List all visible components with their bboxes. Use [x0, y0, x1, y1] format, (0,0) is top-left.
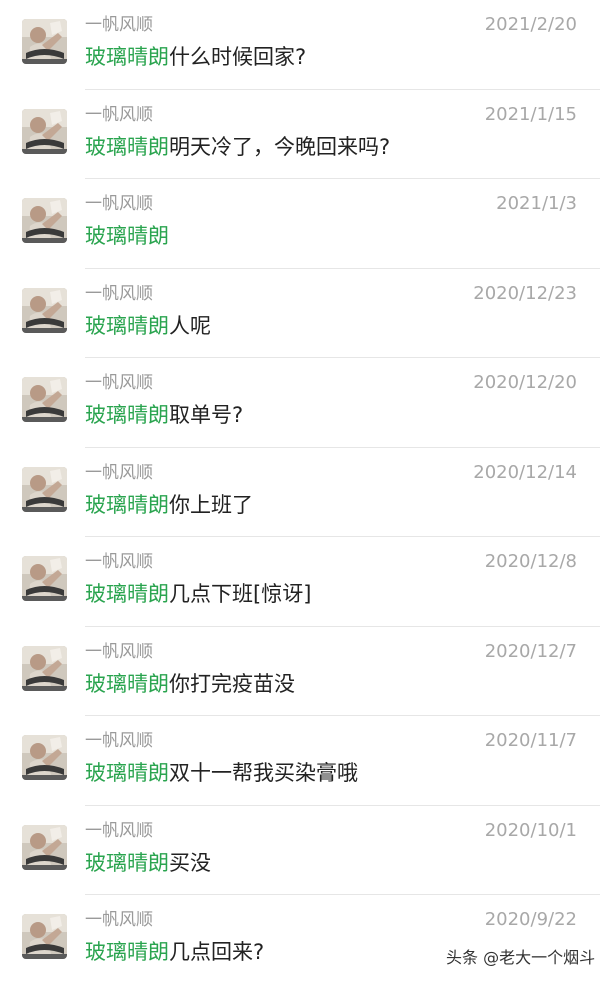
message-preview: 玻璃晴朗人呢: [85, 312, 211, 340]
search-results-list: 一帆风顺 2021/2/20 玻璃晴朗什么时候回家? 一帆风顺 2021/1/1…: [0, 0, 600, 985]
avatar[interactable]: [22, 914, 67, 959]
message-text: 取单号?: [169, 403, 244, 427]
message-date: 2020/12/7: [484, 640, 577, 662]
message-preview: 玻璃晴朗你打完疫苗没: [85, 670, 295, 698]
message-preview: 玻璃晴朗几点回来?: [85, 938, 264, 966]
avatar[interactable]: [22, 556, 67, 601]
message-preview: 玻璃晴朗: [85, 222, 169, 250]
message-date: 2020/10/1: [484, 819, 577, 841]
highlighted-keyword: 玻璃晴朗: [85, 313, 169, 338]
message-date: 2020/12/8: [484, 551, 577, 572]
search-result-item[interactable]: 一帆风顺 2020/12/23 玻璃晴朗人呢: [0, 269, 600, 359]
sender-name: 一帆风顺: [85, 552, 153, 572]
highlighted-keyword: 玻璃晴朗: [85, 940, 169, 964]
search-result-item[interactable]: 一帆风顺 2021/1/3 玻璃晴朗: [0, 179, 600, 269]
message-date: 2020/12/14: [473, 461, 577, 483]
highlighted-keyword: 玻璃晴朗: [85, 492, 169, 517]
sender-name: 一帆风顺: [85, 283, 153, 304]
highlighted-keyword: 玻璃晴朗: [85, 403, 169, 427]
sender-name: 一帆风顺: [85, 462, 153, 483]
sender-name: 一帆风顺: [85, 15, 153, 35]
avatar[interactable]: [22, 287, 67, 333]
message-text: 几点下班[惊讶]: [169, 582, 312, 606]
highlighted-keyword: 玻璃晴朗: [85, 582, 169, 606]
message-date: 2020/12/20: [473, 372, 577, 393]
sender-name: 一帆风顺: [85, 641, 153, 662]
avatar[interactable]: [22, 19, 67, 64]
message-date: 2020/11/7: [484, 730, 577, 751]
message-date: 2021/1/15: [484, 103, 577, 125]
message-preview: 玻璃晴朗买没: [85, 849, 211, 877]
message-text: 人呢: [169, 313, 211, 338]
message-text: 明天冷了，今晚回来吗?: [169, 134, 391, 159]
search-result-item[interactable]: 一帆风顺 2020/12/14 玻璃晴朗你上班了: [0, 448, 600, 538]
message-preview: 玻璃晴朗你上班了: [85, 491, 253, 519]
message-text: 你打完疫苗没: [169, 671, 295, 696]
highlighted-keyword: 玻璃晴朗: [85, 850, 169, 875]
highlighted-keyword: 玻璃晴朗: [85, 224, 169, 248]
message-text: 你上班了: [169, 492, 253, 517]
message-text: 买没: [169, 850, 211, 875]
message-preview: 玻璃晴朗什么时候回家?: [85, 43, 306, 71]
message-text: 几点回来?: [169, 940, 265, 964]
search-result-item[interactable]: 一帆风顺 2020/12/7 玻璃晴朗你打完疫苗没: [0, 627, 600, 717]
sender-name: 一帆风顺: [85, 731, 153, 751]
sender-name: 一帆风顺: [85, 104, 153, 125]
avatar[interactable]: [22, 645, 67, 691]
avatar[interactable]: [22, 108, 67, 154]
message-date: 2021/2/20: [484, 14, 577, 35]
avatar[interactable]: [22, 735, 67, 780]
search-result-item[interactable]: 一帆风顺 2020/11/7 玻璃晴朗双十一帮我买染膏哦: [0, 716, 600, 806]
highlighted-keyword: 玻璃晴朗: [85, 45, 169, 69]
message-text: 双十一帮我买染膏哦: [169, 761, 358, 785]
avatar[interactable]: [22, 377, 67, 422]
highlighted-keyword: 玻璃晴朗: [85, 134, 169, 159]
sender-name: 一帆风顺: [85, 820, 153, 841]
message-preview: 玻璃晴朗双十一帮我买染膏哦: [85, 759, 358, 787]
highlighted-keyword: 玻璃晴朗: [85, 671, 169, 696]
sender-name: 一帆风顺: [85, 373, 153, 393]
search-result-item[interactable]: 一帆风顺 2021/1/15 玻璃晴朗明天冷了，今晚回来吗?: [0, 90, 600, 180]
message-date: 2020/12/23: [473, 282, 577, 304]
message-date: 2020/9/22: [484, 909, 577, 930]
highlighted-keyword: 玻璃晴朗: [85, 761, 169, 785]
message-text: 什么时候回家?: [169, 45, 307, 69]
message-date: 2021/1/3: [496, 193, 577, 214]
watermark: 头条 @老大一个烟斗: [446, 948, 596, 967]
search-result-item[interactable]: 一帆风顺 2021/2/20 玻璃晴朗什么时候回家?: [0, 0, 600, 90]
sender-name: 一帆风顺: [85, 910, 153, 930]
message-preview: 玻璃晴朗取单号?: [85, 401, 243, 429]
search-result-item[interactable]: 一帆风顺 2020/10/1 玻璃晴朗买没: [0, 806, 600, 896]
search-result-item[interactable]: 一帆风顺 2020/9/22 玻璃晴朗几点回来?: [0, 895, 600, 985]
avatar[interactable]: [22, 198, 67, 243]
message-preview: 玻璃晴朗几点下班[惊讶]: [85, 580, 311, 608]
sender-name: 一帆风顺: [85, 194, 153, 214]
search-result-item[interactable]: 一帆风顺 2020/12/20 玻璃晴朗取单号?: [0, 358, 600, 448]
search-result-item[interactable]: 一帆风顺 2020/12/8 玻璃晴朗几点下班[惊讶]: [0, 537, 600, 627]
avatar[interactable]: [22, 466, 67, 512]
avatar[interactable]: [22, 824, 67, 870]
message-preview: 玻璃晴朗明天冷了，今晚回来吗?: [85, 133, 390, 161]
